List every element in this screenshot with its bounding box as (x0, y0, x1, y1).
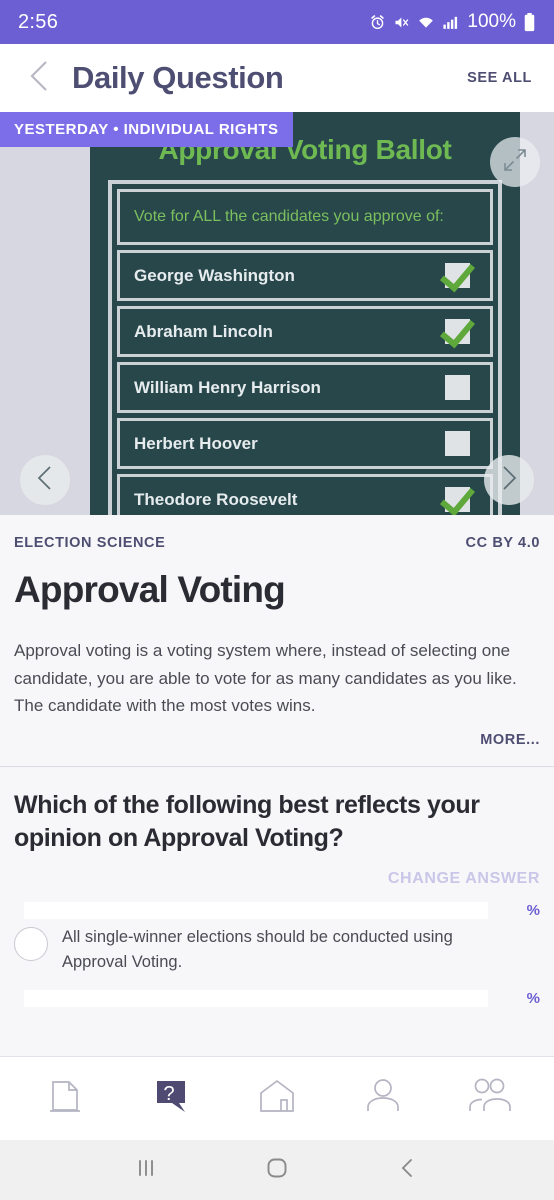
status-bar: 2:56 100% (0, 0, 554, 44)
article-category[interactable]: ELECTION SCIENCE (14, 535, 165, 551)
nav-item-community[interactable] (453, 1069, 525, 1129)
question-bubble-icon: ? (148, 1073, 194, 1124)
answer-percent: % (526, 901, 540, 919)
chevron-right-icon (498, 465, 520, 496)
candidate-name: Abraham Lincoln (134, 321, 273, 341)
carousel-next-button[interactable] (484, 455, 534, 505)
android-back-button[interactable] (378, 1140, 438, 1200)
article-section: ELECTION SCIENCE CC BY 4.0 Approval Voti… (0, 515, 554, 766)
article-meta-row: ELECTION SCIENCE CC BY 4.0 (14, 535, 540, 551)
article-title: Approval Voting (14, 569, 286, 610)
page-title: Daily Question (72, 60, 284, 95)
checkbox-checked-icon (445, 487, 470, 512)
checkbox-empty-icon (445, 375, 470, 400)
answer-body: All single-winner elections should be co… (14, 925, 540, 976)
back-chevron-icon (397, 1157, 419, 1184)
ballot-prompt: Vote for ALL the candidates you approve … (117, 189, 493, 245)
ballot-row: Theodore Roosevelt (117, 474, 493, 515)
ballot-row: Abraham Lincoln (117, 306, 493, 357)
candidate-name: William Henry Harrison (134, 377, 321, 397)
document-icon (42, 1073, 88, 1124)
nav-item-profile[interactable] (347, 1069, 419, 1129)
article-body: Approval voting is a voting system where… (14, 641, 517, 716)
question-text: Which of the following best reflects you… (14, 790, 480, 853)
home-circle-icon (265, 1156, 289, 1185)
android-navigation-bar (0, 1140, 554, 1200)
app-root: 2:56 100% Daily Question SEE ALL Approva… (0, 0, 554, 1200)
status-time: 2:56 (18, 10, 59, 33)
carousel-prev-button[interactable] (20, 455, 70, 505)
more-link[interactable]: MORE... (14, 732, 540, 766)
battery-icon (523, 12, 536, 32)
ballot-box: Vote for ALL the candidates you approve … (108, 180, 502, 515)
answer-option[interactable]: % All single-winner elections should be … (14, 901, 540, 976)
svg-text:?: ? (163, 1083, 174, 1105)
answer-option[interactable]: % (14, 989, 540, 1007)
answer-label: All single-winner elections should be co… (62, 927, 453, 972)
chevron-left-icon (26, 59, 52, 98)
status-icon-group: 100% (369, 11, 536, 33)
hero-section: Approval Voting Ballot Vote for ALL the … (0, 112, 554, 515)
app-header: Daily Question SEE ALL (0, 44, 554, 112)
checkbox-empty-icon (445, 431, 470, 456)
ballot-row: William Henry Harrison (117, 362, 493, 413)
person-icon (360, 1073, 406, 1124)
article-license[interactable]: CC BY 4.0 (466, 535, 540, 551)
nav-item-question[interactable]: ? (135, 1069, 207, 1129)
back-button[interactable] (22, 59, 56, 98)
ballot-row: George Washington (117, 250, 493, 301)
android-recents-button[interactable] (116, 1140, 176, 1200)
mute-icon (393, 14, 410, 31)
answer-radio-button[interactable] (14, 926, 48, 961)
answer-bar-row: % (14, 901, 540, 919)
home-icon (254, 1073, 300, 1124)
answer-result-bar (24, 901, 488, 919)
expand-button[interactable] (490, 137, 540, 187)
alarm-icon (369, 14, 386, 31)
candidate-name: Herbert Hoover (134, 433, 258, 453)
answer-result-bar (24, 989, 488, 1007)
checkbox-checked-icon (445, 319, 470, 344)
expand-icon (500, 145, 530, 180)
question-section: Which of the following best reflects you… (0, 766, 554, 1056)
answer-percent: % (526, 989, 540, 1007)
ballot-row: Herbert Hoover (117, 418, 493, 469)
ballot-image[interactable]: Approval Voting Ballot Vote for ALL the … (90, 112, 520, 515)
nav-item-home[interactable] (241, 1069, 313, 1129)
android-home-button[interactable] (247, 1140, 307, 1200)
change-answer-button[interactable]: CHANGE ANSWER (14, 870, 540, 888)
checkbox-checked-icon (445, 263, 470, 288)
battery-percent-label: 100% (467, 11, 516, 32)
candidate-name: George Washington (134, 265, 295, 285)
people-icon (464, 1073, 514, 1124)
see-all-button[interactable]: SEE ALL (467, 70, 532, 86)
category-badge: YESTERDAY • INDIVIDUAL RIGHTS (0, 112, 293, 147)
signal-icon (442, 14, 459, 31)
candidate-name: Theodore Roosevelt (134, 489, 298, 509)
chevron-left-icon (34, 465, 56, 496)
bottom-navigation: ? (0, 1056, 554, 1140)
nav-item-document[interactable] (29, 1069, 101, 1129)
answer-bar-row: % (14, 989, 540, 1007)
recents-icon (135, 1157, 157, 1184)
wifi-icon (417, 14, 435, 31)
